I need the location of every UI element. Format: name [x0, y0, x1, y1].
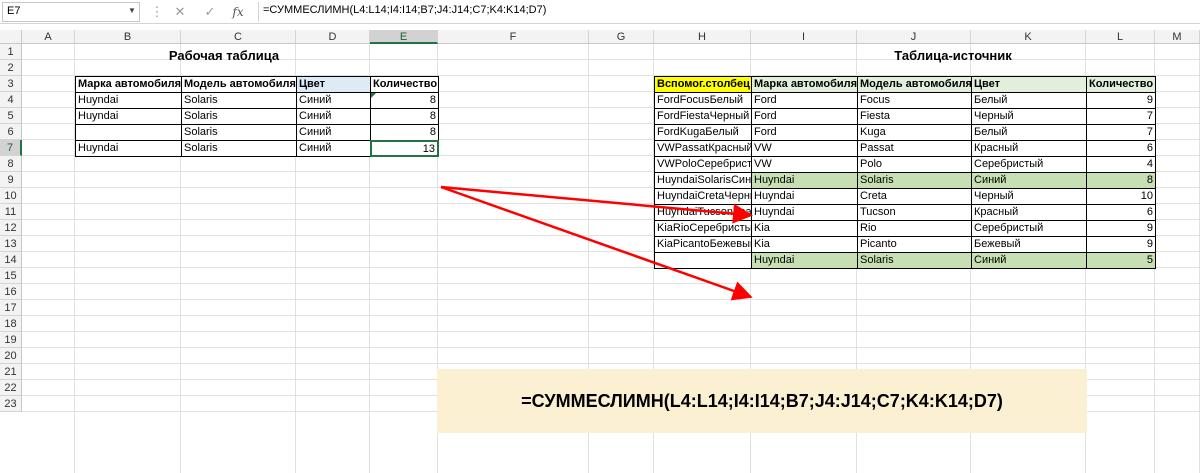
- arrow-to-row-14: [440, 185, 753, 301]
- arrow-to-row-9: [440, 185, 753, 224]
- formula-callout: =СУММЕСЛИМН(L4:L14;I4:I14;B7;J4:J14;C7;K…: [437, 369, 1087, 433]
